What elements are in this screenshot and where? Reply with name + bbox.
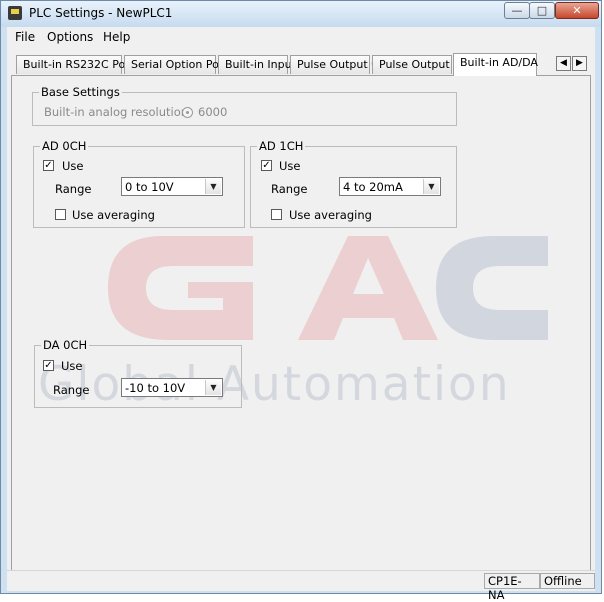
ad0-title: AD 0CH	[40, 139, 89, 153]
window-title: PLC Settings - NewPLC1	[29, 6, 173, 20]
resolution-radio[interactable]	[182, 107, 193, 118]
ad0-group: AD 0CH ✓ Use Range 0 to 10V ▼ Use averag…	[33, 139, 245, 228]
ad1-title: AD 1CH	[257, 139, 306, 153]
chevron-down-icon[interactable]: ▼	[205, 179, 221, 194]
ad0-range-select[interactable]: 0 to 10V ▼	[121, 177, 223, 196]
da0-range-value: -10 to 10V	[125, 381, 186, 395]
da0-group: DA 0CH ✓ Use Range -10 to 10V ▼	[34, 338, 242, 408]
tab-pulse-output-1[interactable]: Pulse Output 1	[372, 55, 460, 74]
maximize-button[interactable]: □	[529, 2, 555, 19]
minimize-button[interactable]: —	[504, 2, 530, 19]
menu-help[interactable]: Help	[103, 30, 130, 44]
close-button[interactable]: ✕	[555, 2, 599, 19]
ad1-use-label: Use	[279, 159, 301, 173]
ad1-range-select[interactable]: 4 to 20mA ▼	[339, 177, 441, 196]
tab-scroll-left-icon[interactable]: ◀	[556, 56, 571, 71]
menu-file[interactable]: File	[15, 30, 35, 44]
status-model: CP1E-NA	[484, 573, 540, 602]
menu-options[interactable]: Options	[47, 30, 93, 44]
ad0-use-checkbox[interactable]: ✓	[43, 160, 54, 171]
ad1-range-value: 4 to 20mA	[343, 180, 403, 194]
da0-range-select[interactable]: -10 to 10V ▼	[121, 378, 223, 397]
base-settings-group: Base Settings Built-in analog resolution…	[32, 85, 457, 126]
gac-watermark-logo	[108, 236, 548, 340]
title-bar: PLC Settings - NewPLC1 — □ ✕	[1, 1, 601, 27]
tab-scroll-right-icon[interactable]: ▶	[572, 56, 587, 71]
tab-strip: Built-in RS232C Port Serial Option Port …	[7, 53, 595, 76]
ad0-range-value: 0 to 10V	[125, 180, 174, 194]
da0-range-label: Range	[53, 383, 90, 397]
chevron-down-icon[interactable]: ▼	[423, 179, 439, 194]
status-bar: CP1E-NA Offline	[7, 570, 595, 602]
menu-bar: File Options Help	[7, 27, 595, 47]
ad0-averaging-label: Use averaging	[72, 208, 155, 222]
resolution-value: 6000	[198, 105, 228, 119]
base-settings-title: Base Settings	[39, 85, 122, 99]
tab-builtin-input[interactable]: Built-in Input	[218, 55, 296, 74]
tab-pulse-output-0[interactable]: Pulse Output 0	[290, 55, 378, 74]
ad1-averaging-checkbox[interactable]	[271, 209, 282, 220]
ad0-use-label: Use	[62, 159, 84, 173]
client-area: Built-in RS232C Port Serial Option Port …	[7, 47, 595, 590]
da0-use-checkbox[interactable]: ✓	[43, 360, 54, 371]
ad-da-settings-panel: Global Automation Base Settings Built-in…	[11, 75, 591, 571]
resolution-label: Built-in analog resolution	[44, 105, 189, 119]
status-connection: Offline	[540, 573, 595, 589]
chevron-down-icon[interactable]: ▼	[205, 380, 221, 395]
ad1-averaging-label: Use averaging	[289, 208, 372, 222]
ad1-group: AD 1CH ✓ Use Range 4 to 20mA ▼ Use avera…	[250, 139, 457, 228]
tab-builtin-ad-da[interactable]: Built-in AD/DA	[453, 53, 538, 76]
ad0-averaging-checkbox[interactable]	[55, 209, 66, 220]
ad0-range-label: Range	[55, 182, 92, 196]
da0-use-label: Use	[61, 359, 83, 373]
tab-serial-option-port[interactable]: Serial Option Port	[124, 55, 228, 74]
plc-settings-window: PLC Settings - NewPLC1 — □ ✕ File Option…	[0, 0, 602, 602]
tab-builtin-rs232c-port[interactable]: Built-in RS232C Port	[16, 55, 134, 74]
ad1-range-label: Range	[271, 182, 308, 196]
da0-title: DA 0CH	[41, 338, 90, 352]
ad1-use-checkbox[interactable]: ✓	[261, 160, 272, 171]
plc-app-icon	[8, 6, 22, 20]
